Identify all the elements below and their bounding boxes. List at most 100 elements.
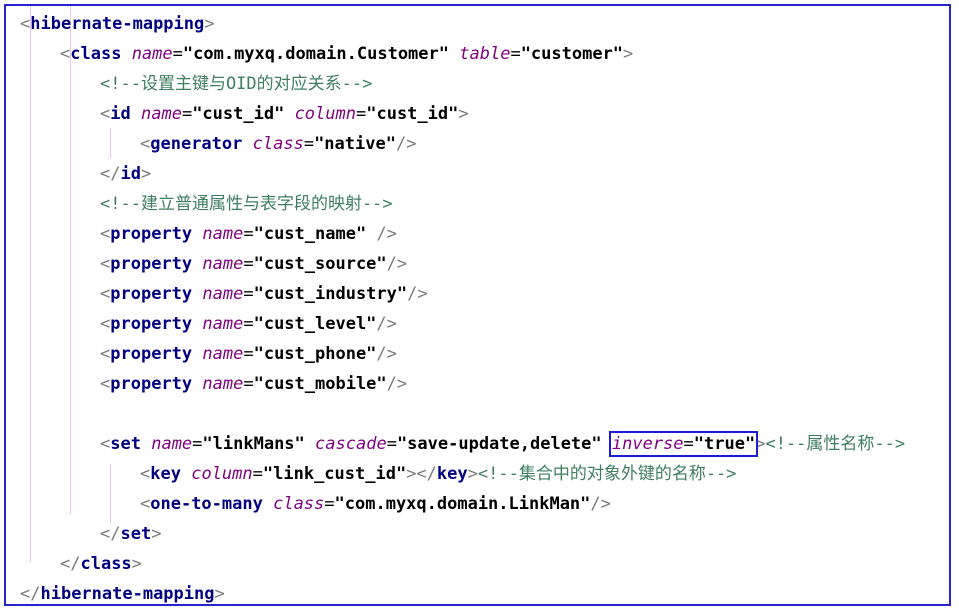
code-token-attribute-value: "cust_id" — [192, 104, 285, 124]
code-token-attribute-value: "linkMans" — [202, 434, 305, 454]
code-token-plain-text: = — [303, 134, 315, 154]
code-token-bracket: /> — [386, 374, 408, 394]
code-token-attribute-value: "cust_level" — [253, 314, 377, 334]
code-token-bracket: < — [100, 344, 111, 364]
code-token-attribute-value: "com.myxq.domain.LinkMan" — [334, 494, 591, 514]
code-token-plain-text — [192, 284, 202, 304]
code-line: <property name="cust_level"/> — [100, 309, 397, 339]
code-editor-frame: <hibernate-mapping> <class name="com.myx… — [4, 4, 951, 606]
code-token-attribute-name: table — [459, 44, 511, 64]
code-token-tag-name: property — [110, 344, 193, 364]
code-token-tag-name: key — [436, 464, 468, 484]
code-token-plain-text — [192, 374, 202, 394]
code-token-plain-text — [181, 464, 191, 484]
code-token-bracket: /> — [386, 254, 408, 274]
code-token-attribute-name: column — [294, 104, 356, 124]
code-token-plain-text — [192, 314, 202, 334]
code-token-plain-text — [192, 344, 202, 364]
code-token-attribute-value: "cust_name" — [253, 224, 367, 244]
code-token-bracket: > — [755, 434, 766, 454]
code-token-attribute-value: "cust_mobile" — [253, 374, 387, 394]
code-token-attribute-name: cascade — [315, 434, 387, 454]
code-token-plain-text: = — [386, 434, 397, 454]
code-token-attribute-value: "com.myxq.domain.Customer" — [182, 44, 449, 64]
code-line: <generator class="native"/> — [140, 129, 416, 159]
code-line: <key column="link_cust_id"></key><!--集合中… — [140, 459, 737, 489]
code-token-plain-text: = — [252, 464, 263, 484]
code-token-comment: <!--属性名称--> — [765, 434, 906, 454]
code-token-bracket: > — [151, 524, 162, 544]
code-token-attribute-value: "customer" — [520, 44, 624, 64]
code-token-tag-name: hibernate-mapping — [30, 14, 205, 34]
code-token-plain-text — [131, 104, 141, 124]
code-token-comment: <!--集合中的对象外键的名称--> — [477, 464, 737, 484]
code-token-plain-text: = — [243, 284, 254, 304]
code-line: </set> — [100, 519, 161, 549]
code-token-bracket: < — [100, 224, 111, 244]
code-token-attribute-value: "save-update,delete" — [396, 434, 602, 454]
code-token-bracket: </ — [20, 584, 41, 604]
code-line: <set name="linkMans" cascade="save-updat… — [100, 429, 905, 459]
code-token-attribute-name: name — [202, 254, 244, 274]
code-token-attribute-value: "link_cust_id" — [262, 464, 407, 484]
code-token-bracket: > — [140, 164, 152, 184]
code-token-tag-name: class — [80, 554, 132, 574]
code-token-attribute-name: name — [202, 314, 244, 334]
code-token-plain-text — [242, 134, 252, 154]
code-token-plain-text — [263, 494, 273, 514]
code-token-bracket: < — [140, 134, 151, 154]
code-token-plain-text: = — [355, 104, 367, 124]
code-line: <class name="com.myxq.domain.Customer" t… — [60, 39, 633, 69]
code-token-attribute-name: class — [273, 494, 325, 514]
code-token-tag-name: property — [110, 224, 193, 244]
code-token-bracket: < — [100, 284, 111, 304]
code-token-attribute-name: class — [252, 134, 304, 154]
code-token-plain-text — [449, 44, 459, 64]
code-token-bracket: > — [458, 104, 469, 124]
code-token-plain-text: = — [683, 434, 694, 454]
code-token-bracket: /> — [376, 314, 397, 334]
code-token-tag-name: one-to-many — [150, 494, 263, 514]
code-token-tag-name: set — [120, 524, 152, 544]
code-token-attribute-name: name — [202, 284, 244, 304]
code-token-bracket: </ — [60, 554, 81, 574]
code-line: <property name="cust_name" /> — [100, 219, 397, 249]
code-token-bracket: /> — [395, 134, 417, 154]
indent-guide — [110, 464, 111, 524]
code-token-plain-text: = — [510, 44, 521, 64]
code-token-bracket: < — [100, 374, 111, 394]
code-token-plain-text: = — [243, 224, 254, 244]
code-token-tag-name: class — [70, 44, 122, 64]
code-token-plain-text: = — [243, 254, 254, 274]
code-token-plain-text: = — [192, 434, 203, 454]
code-line: </id> — [100, 159, 151, 189]
code-token-bracket: /> — [590, 494, 611, 514]
indent-guide — [70, 6, 71, 514]
code-token-bracket: > — [131, 554, 142, 574]
code-line: <one-to-many class="com.myxq.domain.Link… — [140, 489, 611, 519]
code-line: </hibernate-mapping> — [20, 579, 225, 604]
code-token-attribute-name: inverse — [611, 434, 684, 454]
code-token-tag-name: id — [120, 164, 141, 184]
code-line: <property name="cust_mobile"/> — [100, 369, 407, 399]
code-line: <property name="cust_industry"/> — [100, 279, 428, 309]
code-token-plain-text — [602, 434, 612, 454]
code-token-attribute-value: "cust_source" — [253, 254, 387, 274]
code-token-bracket: > — [467, 464, 478, 484]
code-token-tag-name: property — [110, 314, 193, 334]
code-token-tag-name: id — [110, 104, 131, 124]
code-token-bracket: </ — [100, 524, 121, 544]
code-token-bracket: > — [623, 44, 634, 64]
code-token-attribute-value: "cust_id" — [366, 104, 459, 124]
code-token-tag-name: generator — [150, 134, 243, 154]
code-token-plain-text: = — [243, 374, 254, 394]
code-token-plain-text: = — [172, 44, 183, 64]
highlight-box: inverse="true" — [608, 431, 759, 457]
code-token-bracket: < — [100, 104, 111, 124]
code-token-plain-text — [192, 224, 202, 244]
code-line: <!--建立普通属性与表字段的映射--> — [100, 189, 393, 219]
code-token-plain-text: = — [243, 314, 254, 334]
code-token-bracket: ></ — [406, 464, 437, 484]
code-token-attribute-name: column — [191, 464, 253, 484]
code-token-bracket: </ — [100, 164, 121, 184]
